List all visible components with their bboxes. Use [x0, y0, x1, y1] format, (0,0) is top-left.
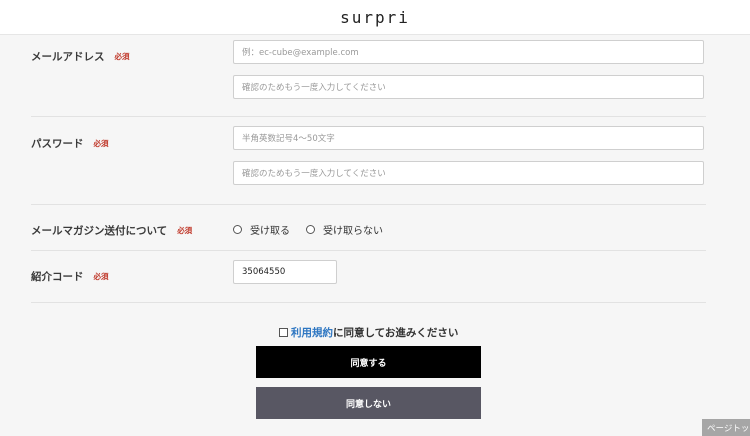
email-confirm-input[interactable]: 確認のためもう一度入力してください: [233, 75, 704, 99]
radio-label: 受け取らない: [323, 226, 383, 237]
terms-agreement-text: に同意してお進みください: [333, 327, 459, 339]
email-confirm-placeholder: 確認のためもう一度入力してください: [242, 83, 386, 93]
agree-button[interactable]: 同意する: [256, 346, 481, 378]
required-badge: 必須: [177, 226, 193, 235]
email-input[interactable]: 例：ec-cube@example.com: [233, 40, 704, 64]
referral-label: 紹介コード 必須: [31, 269, 109, 284]
radio-button-icon[interactable]: [306, 225, 315, 234]
page-top-button[interactable]: ページトップ: [702, 419, 750, 436]
password-label-text: パスワード: [31, 138, 84, 150]
terms-agreement: 利用規約 に同意してお進みください: [279, 325, 458, 340]
newsletter-label-text: メールマガジン送付について: [31, 225, 168, 237]
required-badge: 必須: [93, 272, 109, 281]
newsletter-radio-receive[interactable]: 受け取る: [233, 222, 290, 237]
password-label: パスワード 必須: [31, 136, 109, 151]
site-logo[interactable]: surpri: [340, 8, 410, 27]
radio-label: 受け取る: [250, 226, 290, 237]
referral-code-value: 35064550: [242, 267, 286, 277]
divider: [31, 116, 706, 117]
referral-code-input[interactable]: 35064550: [233, 260, 337, 284]
newsletter-radio-group: 受け取る 受け取らない: [233, 222, 399, 237]
newsletter-radio-decline[interactable]: 受け取らない: [306, 222, 383, 237]
divider: [31, 302, 706, 303]
email-label-text: メールアドレス: [31, 51, 105, 63]
newsletter-label: メールマガジン送付について 必須: [31, 223, 192, 238]
radio-button-icon[interactable]: [233, 225, 242, 234]
required-badge: 必須: [93, 139, 109, 148]
site-header: surpri: [0, 0, 750, 35]
password-input-placeholder: 半角英数記号4〜50文字: [242, 134, 335, 144]
referral-label-text: 紹介コード: [31, 271, 84, 283]
password-confirm-placeholder: 確認のためもう一度入力してください: [242, 169, 386, 179]
divider: [31, 204, 706, 205]
email-label: メールアドレス 必須: [31, 49, 130, 64]
password-input[interactable]: 半角英数記号4〜50文字: [233, 126, 704, 150]
password-confirm-input[interactable]: 確認のためもう一度入力してください: [233, 161, 704, 185]
terms-link[interactable]: 利用規約: [291, 325, 333, 340]
required-badge: 必須: [114, 52, 130, 61]
email-input-placeholder: 例：ec-cube@example.com: [242, 48, 359, 58]
terms-checkbox[interactable]: [279, 328, 288, 337]
divider: [31, 250, 706, 251]
decline-button[interactable]: 同意しない: [256, 387, 481, 419]
